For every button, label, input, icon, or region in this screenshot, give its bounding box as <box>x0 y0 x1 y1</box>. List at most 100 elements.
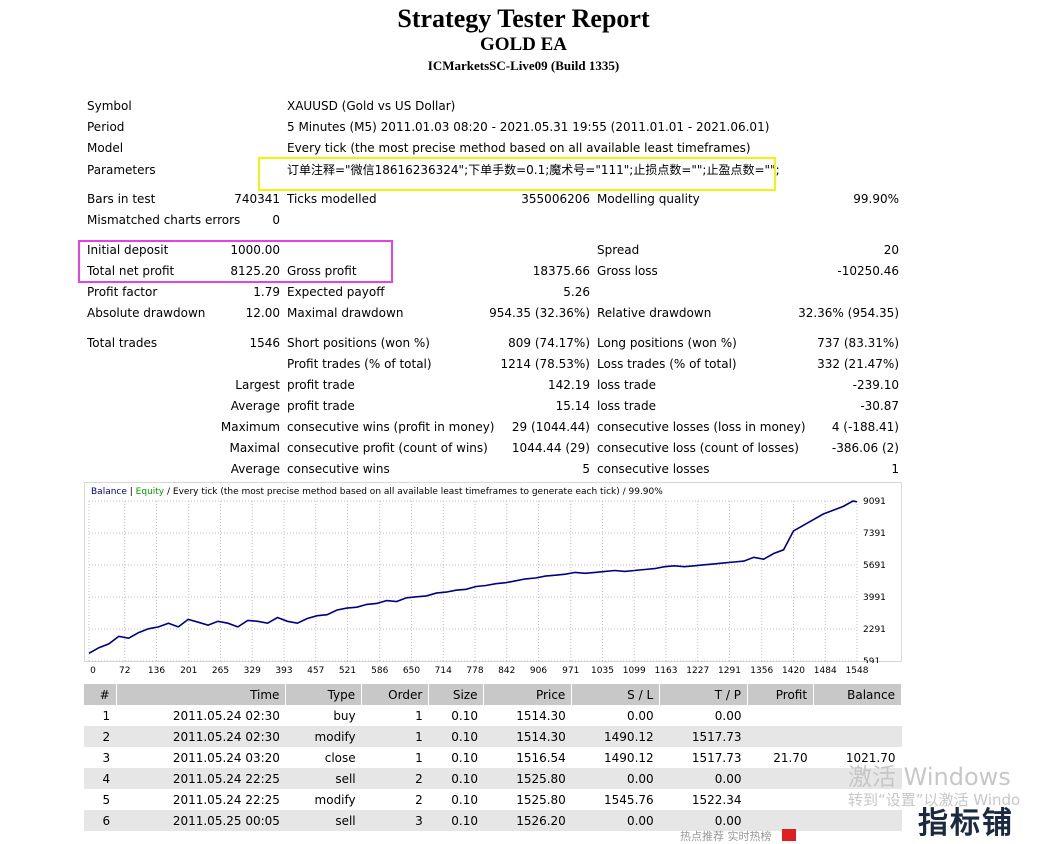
deals-body: 1 2011.05.24 02:30 buy 1 0.10 1514.30 0.00 0.00… <box>84 705 902 831</box>
model-label: Model <box>87 141 124 155</box>
ep-value: 5.26 <box>563 285 590 299</box>
table-cell: 0.10 <box>451 792 478 807</box>
table-cell: 1516.54 <box>516 750 566 765</box>
x-tick-label: 1356 <box>750 666 774 676</box>
table-cell: 1517.73 <box>691 750 742 765</box>
table-cell: 1525.80 <box>516 792 566 807</box>
table-cell: 1522.34 <box>691 792 742 807</box>
table-cell: 0.00 <box>571 810 660 831</box>
symbol-label: Symbol <box>87 99 132 113</box>
balance-chart: 9091 7391 5691 3991 2291 591 Balance | Equity… <box>84 482 902 676</box>
bottom-toolbar-text: 热点推荐 实时热榜 <box>680 830 772 843</box>
avg-cl-value: 1 <box>891 462 899 476</box>
trades-label: Total trades <box>87 336 158 350</box>
average-lt-value: -30.87 <box>860 399 899 413</box>
avg-cw-label: consecutive wins <box>287 462 390 476</box>
table-cell: 1490.12 <box>571 726 660 747</box>
table-cell: 1545.76 <box>604 792 654 807</box>
ep-label: Expected payoff <box>287 285 385 299</box>
symbol-value: XAUUSD (Gold vs US Dollar) <box>287 99 456 113</box>
deals-col-header: Size <box>428 684 485 705</box>
x-tick-label: 265 <box>211 666 230 676</box>
table-cell: 2 <box>84 726 117 747</box>
table-cell: 0.10 <box>428 726 484 747</box>
model-value: Every tick (the most precise method base… <box>287 141 751 155</box>
table-cell: 2 <box>415 792 423 807</box>
site-watermark-stamp: 指标铺 <box>918 806 1014 841</box>
quality-label: Modelling quality <box>597 192 700 206</box>
table-cell: 3 <box>361 810 429 831</box>
max-cw-value: 29 (1044.44) <box>511 420 590 434</box>
x-tick-label: 586 <box>371 666 389 676</box>
maximal-label: Maximal <box>229 441 280 455</box>
average-pt-value: 15.14 <box>555 399 590 413</box>
summary-section: Symbol XAUUSD (Gold vs US Dollar) Period… <box>0 0 1047 480</box>
table-cell: 0.10 <box>428 810 484 831</box>
x-tick-label: 1484 <box>813 666 837 676</box>
table-cell: 2 <box>361 768 429 789</box>
ticks-value: 355006206 <box>521 192 590 206</box>
x-tick-label: 329 <box>243 666 261 676</box>
deals-col-header: Profit <box>747 684 815 705</box>
pf-label: Profit factor <box>87 285 158 299</box>
table-cell <box>748 789 814 810</box>
x-tick-label: 72 <box>118 666 131 676</box>
table-cell: 1514.30 <box>516 708 566 723</box>
grossprofit-value: 18375.66 <box>532 264 590 278</box>
avg2-label: Average <box>230 462 280 476</box>
deals-col-header: T / P <box>659 684 748 705</box>
table-row: 6 2011.05.25 00:05 sell 3 0.10 1526.20 0.00 0.0… <box>84 810 902 831</box>
spread-label: Spread <box>597 243 640 257</box>
table-cell: 2011.05.24 02:30 <box>172 708 280 723</box>
y-tick-label: 2291 <box>863 625 886 635</box>
mx-cl-value: -386.06 (2) <box>831 441 899 455</box>
table-cell: 0.10 <box>451 750 478 765</box>
x-tick-label: 778 <box>466 666 484 676</box>
x-tick-label: 714 <box>434 666 452 676</box>
table-cell: 4 <box>84 768 117 789</box>
pt-label: Profit trades (% of total) <box>287 357 432 371</box>
deals-col-header: Time <box>116 684 287 705</box>
deals-col-header: Price <box>483 684 573 705</box>
long-value: 737 (83.31%) <box>817 336 899 350</box>
grossloss-value: -10250.46 <box>837 264 899 278</box>
ticks-label: Ticks modelled <box>287 192 377 206</box>
avg-cw-value: 5 <box>582 462 590 476</box>
quality-value: 99.90% <box>853 192 899 206</box>
deals-header-row: # Time Type Order Size Price S / LT / P Profit B… <box>84 684 902 705</box>
table-row: 1 2011.05.24 02:30 buy 1 0.10 1514.30 0.00 0.00 <box>84 705 902 726</box>
grossloss-label: Gross loss <box>597 264 658 278</box>
mismatch-value: 0 <box>272 213 280 227</box>
table-cell <box>813 726 902 747</box>
deals-col-header: Order <box>361 684 430 705</box>
table-row: 4 2011.05.24 22:25 sell 2 0.10 1525.80 0.00 0.0… <box>84 768 902 789</box>
table-cell: 2011.05.24 22:25 <box>172 792 280 807</box>
table-cell: 1517.73 <box>659 726 748 747</box>
table-cell: 0.00 <box>626 708 654 723</box>
y-tick-label: 7391 <box>863 529 886 539</box>
table-cell: sell <box>285 810 362 831</box>
long-label: Long positions (won %) <box>597 336 737 350</box>
deals-table: # Time Type Order Size Price S / LT / P Profit B… <box>84 684 902 831</box>
max-cl-value: 4 (-188.41) <box>831 420 899 434</box>
average-lt-label: loss trade <box>597 399 656 413</box>
table-row: 3 2011.05.24 03:20 close 1 0.10 1516.54 1490.1… <box>84 747 902 768</box>
short-label: Short positions (won %) <box>287 336 430 350</box>
table-cell: 1525.80 <box>483 768 572 789</box>
table-cell: 5 <box>102 792 111 807</box>
x-tick-label: 1291 <box>718 666 741 676</box>
x-tick-label: 1099 <box>622 666 646 676</box>
table-cell: 1 <box>102 708 111 723</box>
legend-equity: Equity <box>135 487 165 497</box>
table-cell: 0.00 <box>659 768 748 789</box>
lt-value: 332 (21.47%) <box>817 357 899 371</box>
deals-col-header: # <box>84 684 117 705</box>
table-cell: sell <box>285 768 362 789</box>
y-tick-label: 9091 <box>863 497 886 507</box>
x-tick-label: 1548 <box>845 666 869 676</box>
y-tick-label: 3991 <box>863 593 886 603</box>
x-tick-label: 1035 <box>591 666 614 676</box>
table-cell: 0.10 <box>428 768 484 789</box>
table-cell <box>748 705 814 726</box>
table-cell: 1 <box>415 750 423 765</box>
